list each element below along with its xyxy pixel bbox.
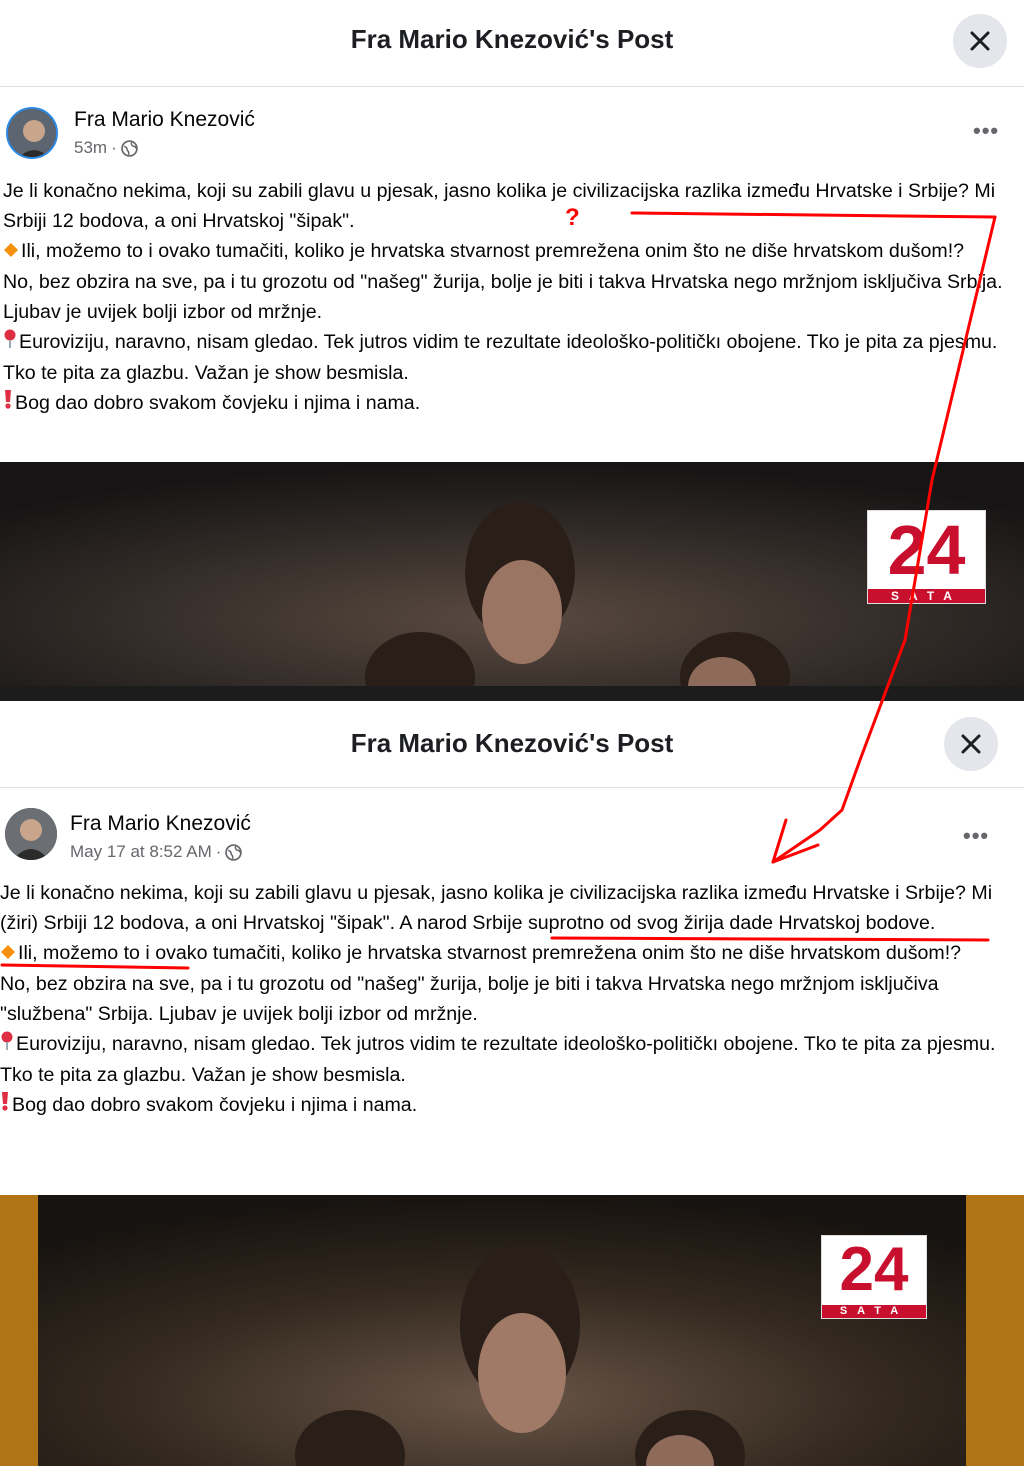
post-time[interactable]: May 17 at 8:52 AM bbox=[70, 842, 212, 862]
dialog-title: Fra Mario Knezović's Post bbox=[350, 24, 674, 54]
post-image[interactable]: 24 SATA bbox=[0, 462, 1024, 686]
round-pushpin-icon bbox=[0, 1030, 14, 1060]
close-icon bbox=[961, 734, 981, 754]
author-name[interactable]: Fra Mario Knezović bbox=[74, 108, 255, 132]
paragraph-text: Bog dao dobro svakom čovjeku i njima i n… bbox=[12, 1093, 418, 1116]
meta-separator: · bbox=[111, 138, 117, 157]
dialog-header: Fra Mario Knezović's Post bbox=[0, 0, 1024, 87]
orange-diamond-icon bbox=[3, 237, 19, 267]
dialog-title: Fra Mario Knezović's Post bbox=[350, 728, 674, 758]
red-exclamation-icon bbox=[3, 388, 13, 418]
screenshot-divider bbox=[0, 686, 1024, 701]
logo-number: 24 bbox=[839, 1235, 909, 1304]
post-paragraph: Je li konačno nekima, koji su zabili gla… bbox=[0, 878, 1018, 938]
post-text: Je li konačno nekima, koji su zabili gla… bbox=[3, 176, 1018, 418]
more-options-icon: ••• bbox=[963, 823, 990, 848]
logo-number: 24 bbox=[887, 511, 966, 589]
post-time[interactable]: 53m bbox=[74, 138, 107, 158]
round-pushpin-icon bbox=[3, 328, 17, 358]
post-paragraph: Je li konačno nekima, koji su zabili gla… bbox=[3, 180, 996, 232]
tv-logo: 24 SATA bbox=[867, 510, 986, 604]
paragraph-text: Ili, možemo to i ovako tumačiti, koliko … bbox=[18, 942, 962, 964]
paragraph-text: Ili, možemo to i ovako tumačiti, koliko … bbox=[21, 240, 965, 262]
post-paragraph: Ili, možemo to i ovako tumačiti, koliko … bbox=[0, 938, 1018, 969]
logo-word: SATA bbox=[822, 1305, 926, 1318]
close-button[interactable] bbox=[944, 717, 998, 771]
red-exclamation-icon bbox=[0, 1090, 10, 1120]
paragraph-text: Euroviziju, naravno, nisam gledao. Tek j… bbox=[0, 1032, 996, 1086]
more-options-button[interactable]: ••• bbox=[963, 823, 989, 849]
post-paragraph: Bog dao dobro svakom čovjeku i njima i n… bbox=[0, 1090, 1018, 1121]
paragraph-text: Euroviziju, naravno, nisam gledao. Tek j… bbox=[3, 330, 998, 384]
post-text: Je li konačno nekima, koji su zabili gla… bbox=[0, 878, 1018, 1120]
globe-icon bbox=[225, 843, 243, 861]
paragraph-text: Bog dao dobro svakom čovjeku i njima i n… bbox=[15, 391, 421, 414]
post-paragraph: No, bez obzira na sve, pa i tu grozotu o… bbox=[0, 972, 939, 1025]
logo-word: SATA bbox=[868, 589, 985, 603]
post-meta: 53m · bbox=[74, 138, 138, 158]
post-paragraph: No, bez obzira na sve, pa i tu grozotu o… bbox=[3, 270, 1003, 323]
meta-separator: · bbox=[215, 842, 222, 861]
post-dialog-original: Fra Mario Knezović's Post Fra Mario Knez… bbox=[0, 701, 1024, 1466]
post-paragraph: Ili, možemo to i ovako tumačiti, koliko … bbox=[3, 236, 1018, 267]
author-name[interactable]: Fra Mario Knezović bbox=[70, 812, 251, 836]
close-icon bbox=[970, 31, 990, 51]
post-meta: May 17 at 8:52 AM · bbox=[70, 842, 243, 862]
post-image[interactable]: 24 SATA bbox=[0, 1195, 1024, 1466]
post-paragraph: Bog dao dobro svakom čovjeku i njima i n… bbox=[3, 388, 1018, 419]
more-options-icon: ••• bbox=[973, 118, 1000, 143]
avatar-photo bbox=[8, 109, 56, 157]
globe-icon bbox=[120, 139, 138, 157]
dialog-header: Fra Mario Knezović's Post bbox=[0, 701, 1024, 788]
close-button[interactable] bbox=[953, 14, 1007, 68]
added-sentence: A narod Srbije suprotno od svog žirija d… bbox=[399, 912, 936, 934]
author-avatar[interactable] bbox=[5, 808, 57, 860]
post-dialog-current: Fra Mario Knezović's Post Fra Mario Knez… bbox=[0, 0, 1024, 686]
avatar-photo bbox=[5, 808, 57, 860]
author-avatar[interactable] bbox=[6, 107, 58, 159]
tv-logo: 24 SATA bbox=[821, 1235, 927, 1319]
more-options-button[interactable]: ••• bbox=[973, 118, 999, 144]
orange-diamond-icon bbox=[0, 939, 16, 969]
post-paragraph: Euroviziju, naravno, nisam gledao. Tek j… bbox=[0, 1029, 1018, 1090]
post-paragraph: Euroviziju, naravno, nisam gledao. Tek j… bbox=[3, 327, 1018, 388]
